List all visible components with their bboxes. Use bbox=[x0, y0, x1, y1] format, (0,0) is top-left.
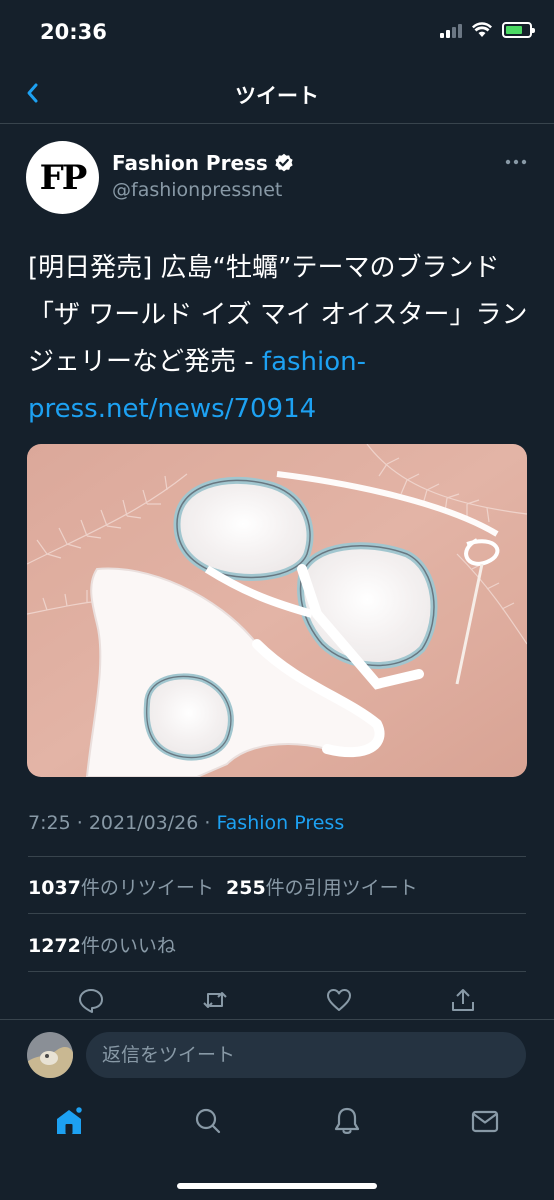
home-indicator[interactable] bbox=[177, 1183, 377, 1189]
quotes-count: 255 bbox=[226, 877, 266, 899]
author-handle[interactable]: @fashionpressnet bbox=[112, 179, 282, 201]
wifi-icon bbox=[472, 22, 492, 37]
reply-icon bbox=[79, 989, 103, 1013]
home-icon bbox=[57, 1105, 84, 1134]
retweets-label: 件のリツイート bbox=[80, 877, 214, 899]
navigation-bar: ツイート bbox=[0, 66, 554, 124]
likes-link[interactable]: 1272件のいいね bbox=[28, 931, 176, 958]
reply-input[interactable]: 返信をツイート bbox=[86, 1032, 526, 1078]
meta-separator: · bbox=[76, 812, 83, 834]
avatar-logo-text: FP bbox=[39, 157, 88, 198]
tab-notifications[interactable] bbox=[331, 1105, 363, 1137]
notifications-icon bbox=[334, 1107, 360, 1134]
divider bbox=[28, 913, 526, 914]
more-button[interactable] bbox=[505, 151, 527, 170]
like-icon bbox=[327, 989, 351, 1011]
status-time: 20:36 bbox=[40, 20, 107, 44]
retweet-icon bbox=[203, 992, 227, 1008]
tweet-timestamp: 7:25 · 2021/03/26 · Fashion Press bbox=[28, 812, 344, 834]
tweet-date: 2021/03/26 bbox=[88, 812, 199, 834]
tweet-time: 7:25 bbox=[28, 812, 71, 834]
tweet-media-photo[interactable] bbox=[27, 444, 527, 777]
avatar[interactable]: FP bbox=[26, 141, 99, 214]
meta-separator: · bbox=[204, 812, 211, 834]
share-icon bbox=[452, 989, 474, 1011]
tweet-text: [明日発売] 広島“牡蠣”テーマのブランド「ザ ワールド イズ マイ オイスター… bbox=[28, 245, 528, 433]
retweet-button[interactable] bbox=[201, 986, 229, 1014]
retweet-stats: 1037件のリツイート 255件の引用ツイート bbox=[28, 873, 418, 900]
tweet-source-link[interactable]: Fashion Press bbox=[216, 812, 344, 834]
tab-messages[interactable] bbox=[469, 1105, 501, 1137]
verified-icon bbox=[275, 153, 293, 172]
more-icon bbox=[505, 159, 527, 165]
tab-home[interactable] bbox=[53, 1105, 85, 1137]
author-name-text: Fashion Press bbox=[112, 151, 268, 175]
user-avatar[interactable] bbox=[27, 1032, 73, 1078]
share-button[interactable] bbox=[449, 986, 477, 1014]
like-button[interactable] bbox=[325, 986, 353, 1014]
search-icon bbox=[195, 1108, 221, 1134]
reply-composer: 返信をツイート bbox=[0, 1019, 554, 1090]
tab-search[interactable] bbox=[192, 1105, 224, 1137]
divider bbox=[28, 971, 526, 972]
tweet-actions bbox=[0, 986, 554, 1020]
retweets-count: 1037 bbox=[28, 877, 81, 899]
reply-button[interactable] bbox=[77, 986, 105, 1014]
retweets-link[interactable]: 1037件のリツイート bbox=[28, 877, 214, 899]
author-name[interactable]: Fashion Press bbox=[112, 151, 294, 175]
divider bbox=[28, 856, 526, 857]
status-bar: 20:36 bbox=[0, 0, 554, 66]
quote-tweets-link[interactable]: 255件の引用ツイート bbox=[226, 877, 418, 899]
likes-label: 件のいいね bbox=[80, 935, 176, 957]
battery-charging-icon bbox=[502, 22, 535, 38]
lingerie-photo bbox=[27, 444, 527, 777]
cellular-signal-icon bbox=[440, 22, 462, 38]
page-title: ツイート bbox=[235, 84, 319, 108]
quotes-label: 件の引用ツイート bbox=[265, 877, 418, 899]
status-icons bbox=[440, 22, 535, 38]
likes-count: 1272 bbox=[28, 935, 81, 957]
user-avatar-image bbox=[27, 1032, 73, 1078]
messages-icon bbox=[471, 1110, 499, 1133]
